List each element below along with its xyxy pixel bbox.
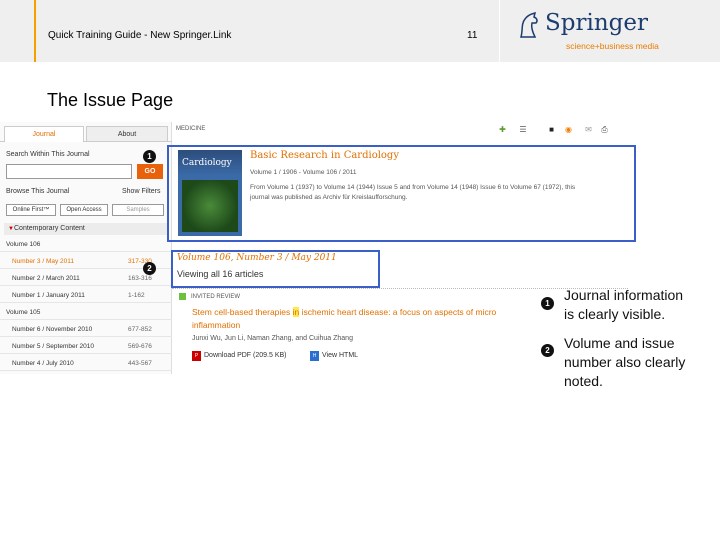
online-first-button[interactable]: Online First™ <box>6 204 56 216</box>
issue-row[interactable]: Number 4 / July 2010 443-567 <box>0 357 172 371</box>
issue-label: Number 6 / November 2010 <box>12 326 93 333</box>
article-title[interactable]: Stem cell-based therapies in ischemic he… <box>192 307 496 317</box>
callout-2-line: noted. <box>564 373 603 389</box>
contemporary-content-label: Contemporary Content <box>14 225 85 232</box>
callout-2-line: number also clearly <box>564 354 686 370</box>
show-filters-link[interactable]: Show Filters <box>122 188 161 195</box>
issue-pages: 443-567 <box>128 360 152 367</box>
save-icon[interactable]: ■ <box>547 125 556 134</box>
issue-row[interactable]: Number 1 / January 2011 1-162 <box>0 289 172 303</box>
article-title-part: Stem cell-based therapies <box>192 307 293 317</box>
issue-label: Number 5 / September 2010 <box>12 343 95 350</box>
callout-1-line: is clearly visible. <box>564 306 666 322</box>
issue-label: Number 2 / March 2011 <box>12 275 80 282</box>
issue-pages: 677-852 <box>128 326 152 333</box>
issue-label: Number 3 / May 2011 <box>12 258 75 265</box>
search-journal-label: Search Within This Journal <box>6 151 90 158</box>
logo-wordmark: Springer <box>545 10 648 36</box>
download-pdf-link[interactable]: Download PDF (209.5 KB) <box>204 352 286 359</box>
open-access-button[interactable]: Open Access <box>60 204 108 216</box>
sidebar-tabs: Journal About <box>0 126 172 142</box>
volume-issue-highlight-box <box>171 250 380 288</box>
issue-label: Number 4 / July 2010 <box>12 360 74 367</box>
journal-info-highlight-box <box>167 145 636 242</box>
article-title-continued[interactable]: inflammation <box>192 320 240 330</box>
issue-row[interactable]: Number 5 / September 2010 569-676 <box>0 340 172 354</box>
callout-1-number: 1 <box>541 297 554 310</box>
slide-header: Quick Training Guide - New Springer.Link… <box>0 0 720 62</box>
article-status-icon <box>179 293 186 300</box>
article-type: INVITED REVIEW <box>191 294 241 300</box>
callout-2-number: 2 <box>541 344 554 357</box>
issue-pages: 1-162 <box>128 292 145 299</box>
guide-title: Quick Training Guide - New Springer.Link <box>48 30 232 41</box>
tab-about[interactable]: About <box>86 126 168 142</box>
callout-2-line: Volume and issue <box>564 335 675 351</box>
rss-icon[interactable]: ◉ <box>564 125 573 134</box>
contemporary-content-header[interactable]: ▼ Contemporary Content <box>4 223 168 235</box>
volume-heading: Volume 106 <box>0 238 172 252</box>
issue-pages: 569-676 <box>128 343 152 350</box>
springer-logo: Springer science+business media <box>515 10 685 54</box>
browse-journal-label: Browse This Journal <box>6 188 70 195</box>
issue-row[interactable]: Number 6 / November 2010 677-852 <box>0 323 172 337</box>
marker-1: 1 <box>143 150 156 163</box>
logo-tagline: science+business media <box>566 41 659 51</box>
email-icon[interactable]: ✉ <box>584 125 593 134</box>
article-title-part: ischemic heart disease: a focus on aspec… <box>299 307 497 317</box>
marker-2: 2 <box>143 262 156 275</box>
issue-label: Volume 105 <box>6 309 41 316</box>
sort-icon[interactable]: ☰ <box>514 125 532 134</box>
share-icon[interactable]: ✚ <box>498 125 507 134</box>
divider <box>172 288 628 289</box>
tab-journal[interactable]: Journal <box>4 126 84 142</box>
callout-2-text: Volume and issue number also clearly not… <box>564 334 685 391</box>
slide-title: The Issue Page <box>47 90 174 110</box>
article-authors: Junxi Wu, Jun Li, Naman Zhang, and Cuihu… <box>192 335 353 342</box>
triangle-down-icon: ▼ <box>8 226 14 232</box>
html-icon[interactable]: H <box>310 351 319 361</box>
print-icon[interactable]: ⎙ <box>600 125 609 134</box>
issue-label: Number 1 / January 2011 <box>12 292 85 299</box>
view-html-link[interactable]: View HTML <box>322 352 358 359</box>
springer-horse-icon <box>520 11 538 38</box>
volume-heading: Volume 105 <box>0 306 172 320</box>
callout-1-line: Journal information <box>564 287 684 303</box>
search-journal-input[interactable] <box>6 164 132 179</box>
pdf-icon[interactable]: P <box>192 351 201 361</box>
samples-button[interactable]: Samples <box>112 204 164 216</box>
go-button[interactable]: GO <box>137 164 163 179</box>
callout-1-text: Journal information is clearly visible. <box>564 286 683 324</box>
header-rule <box>34 0 36 62</box>
issue-label: Volume 106 <box>6 241 41 248</box>
breadcrumb[interactable]: MEDICINE <box>176 126 205 132</box>
page-number: 11 <box>467 30 478 41</box>
header-divider <box>499 0 500 62</box>
